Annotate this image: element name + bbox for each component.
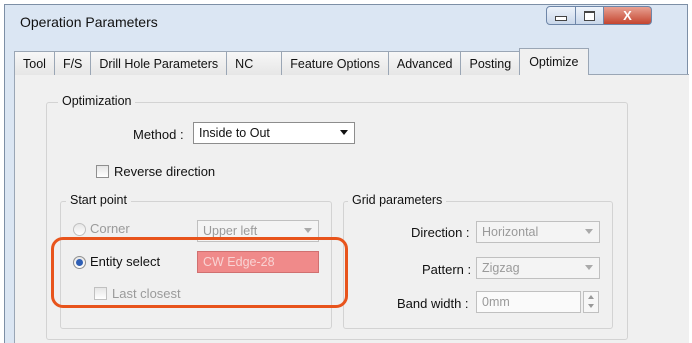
maximize-button[interactable] (576, 6, 604, 25)
tab-nc[interactable]: NC (226, 51, 283, 75)
chevron-down-icon (304, 228, 312, 233)
close-icon: X (623, 8, 632, 23)
tab-tool[interactable]: Tool (14, 51, 55, 75)
band-width-spinner[interactable] (583, 291, 599, 313)
tab-bar: Tool F/S Drill Hole Parameters NC Featur… (14, 48, 589, 75)
reverse-direction-label: Reverse direction (114, 164, 216, 179)
corner-value: Upper left (203, 224, 258, 238)
method-value: Inside to Out (199, 126, 270, 140)
chevron-down-icon (340, 130, 348, 135)
tab-fs[interactable]: F/S (53, 51, 92, 75)
start-point-legend: Start point (66, 193, 131, 207)
caption-buttons: X (546, 6, 686, 28)
chevron-down-icon (585, 265, 593, 270)
method-dropdown[interactable]: Inside to Out (193, 122, 355, 144)
band-width-value: 0mm (482, 295, 510, 309)
direction-label: Direction : (411, 225, 470, 240)
direction-dropdown[interactable]: Horizontal (476, 221, 600, 243)
tab-advanced[interactable]: Advanced (387, 51, 462, 75)
optimization-legend: Optimization (58, 94, 136, 108)
spin-up-icon[interactable] (588, 295, 594, 299)
grid-parameters-legend: Grid parameters (348, 193, 447, 207)
window-title: Operation Parameters (20, 14, 158, 30)
band-width-input[interactable]: 0mm (476, 291, 581, 313)
annotation-highlight (51, 237, 348, 308)
tab-posting[interactable]: Posting (460, 51, 521, 75)
method-label: Method : (133, 127, 184, 142)
corner-label: Corner (90, 221, 130, 236)
band-width-label: Band width : (397, 296, 469, 311)
minimize-button[interactable] (546, 6, 576, 25)
reverse-direction-checkbox[interactable] (96, 165, 109, 178)
pattern-dropdown[interactable]: Zigzag (476, 257, 600, 279)
pattern-value: Zigzag (482, 261, 520, 275)
chevron-down-icon (585, 229, 593, 234)
tab-optimize[interactable]: Optimize (519, 48, 589, 75)
minimize-icon (555, 16, 567, 21)
maximize-icon (584, 10, 595, 21)
close-button[interactable]: X (604, 6, 652, 25)
corner-radio[interactable] (73, 223, 86, 236)
tab-drill-hole-parameters[interactable]: Drill Hole Parameters (90, 51, 228, 75)
direction-value: Horizontal (482, 225, 539, 239)
spin-down-icon[interactable] (588, 304, 594, 308)
tab-feature-options[interactable]: Feature Options (281, 51, 389, 75)
pattern-label: Pattern : (422, 262, 472, 277)
